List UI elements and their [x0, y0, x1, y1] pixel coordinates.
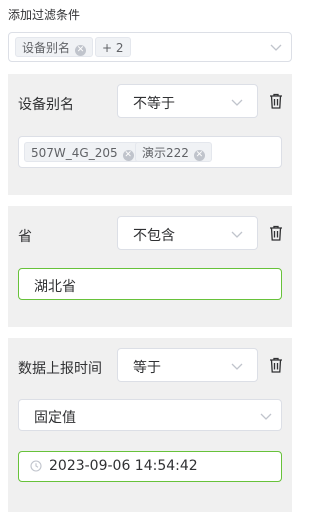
value-tag-label: 演示222 — [142, 146, 189, 160]
value-type-text: 固定值 — [34, 410, 76, 426]
datetime-value: 2023-09-06 14:54:42 — [49, 458, 198, 474]
clock-icon — [30, 460, 42, 472]
trash-icon[interactable] — [269, 93, 283, 109]
field-label: 设备别名 — [18, 97, 74, 113]
operator-value: 不等于 — [133, 96, 175, 112]
filter-panel-province: 省 不包含 湖北省 — [8, 206, 292, 327]
filter-summary-select[interactable]: 设备别名 ✕ + 2 — [8, 32, 292, 62]
chevron-down-icon — [269, 40, 283, 54]
values-multiselect[interactable]: 507W_4G_205 ✕ 演示222 ✕ — [18, 136, 282, 168]
chevron-down-icon — [230, 95, 244, 109]
value-tag-label: 507W_4G_205 — [31, 146, 118, 160]
value-input-text: 湖北省 — [34, 279, 76, 295]
close-circle-icon[interactable]: ✕ — [122, 150, 134, 161]
summary-more-tag: + 2 — [95, 37, 131, 57]
chevron-down-icon — [259, 409, 273, 423]
value-tag: 507W_4G_205 ✕ — [24, 142, 141, 162]
trash-icon[interactable] — [269, 357, 283, 373]
close-circle-icon[interactable]: ✕ — [193, 150, 205, 161]
summary-tag-label: 设备别名 — [22, 41, 71, 55]
value-tag: 演示222 ✕ — [135, 142, 212, 162]
filter-panel-device-alias: 设备别名 不等于 507W_4G_205 ✕ 演示222 ✕ — [8, 74, 292, 195]
summary-tag: 设备别名 ✕ — [15, 37, 94, 57]
value-type-select[interactable]: 固定值 — [18, 399, 282, 431]
operator-value: 不包含 — [133, 228, 175, 244]
value-input[interactable]: 湖北省 — [18, 268, 282, 300]
datetime-picker[interactable]: 2023-09-06 14:54:42 — [18, 451, 282, 482]
operator-select[interactable]: 不等于 — [117, 84, 258, 118]
close-circle-icon[interactable]: ✕ — [75, 45, 87, 56]
filter-panel-report-time: 数据上报时间 等于 固定值 2023-09-06 14:54:42 — [8, 338, 292, 512]
trash-icon[interactable] — [269, 225, 283, 241]
chevron-down-icon — [230, 359, 244, 373]
chevron-down-icon — [230, 227, 244, 241]
operator-value: 等于 — [133, 360, 161, 376]
operator-select[interactable]: 不包含 — [117, 216, 258, 250]
field-label: 省 — [18, 229, 32, 245]
field-label: 数据上报时间 — [18, 361, 102, 377]
page-title: 添加过滤条件 — [8, 8, 81, 22]
operator-select[interactable]: 等于 — [117, 348, 258, 382]
